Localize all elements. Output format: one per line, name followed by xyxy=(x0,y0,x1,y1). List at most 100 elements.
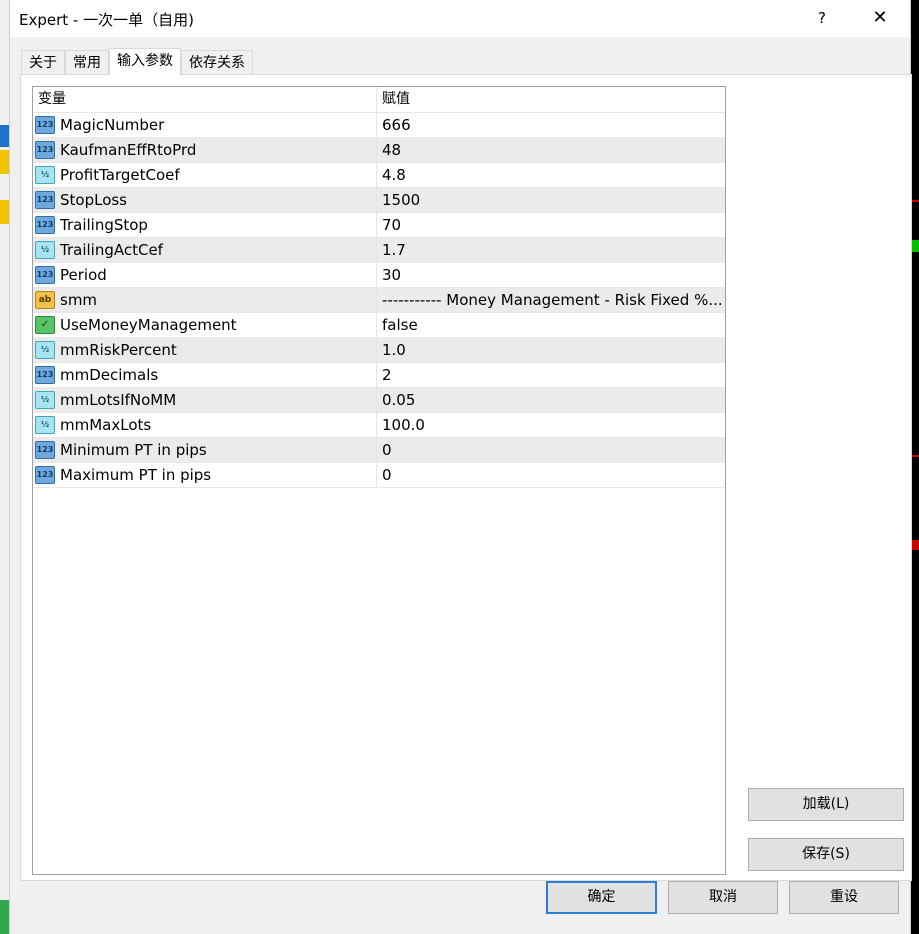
chart-mark xyxy=(911,240,919,252)
double-type-icon: ½ xyxy=(35,166,55,184)
value-cell[interactable]: 70 xyxy=(377,213,725,237)
value-cell[interactable]: 1500 xyxy=(377,188,725,212)
save-button[interactable]: 保存(S) xyxy=(748,838,904,871)
expert-properties-dialog: Expert - 一次一单（自用) ? ✕ 关于 常用 输入参数 依存关系 变量… xyxy=(9,0,912,934)
reset-button[interactable]: 重设 xyxy=(789,881,899,914)
inputs-tab-panel: 变量 赋值 123 MagicNumber 666 123 KaufmanEffRtoP… xyxy=(20,74,912,881)
background-chart-right-edge xyxy=(911,0,919,934)
value-cell[interactable]: 1.0 xyxy=(377,338,725,362)
variable-cell: ½ mmRiskPercent xyxy=(33,338,377,362)
value-cell[interactable]: 0 xyxy=(377,463,725,487)
integer-type-icon: 123 xyxy=(35,216,55,234)
double-type-icon: ½ xyxy=(35,391,55,409)
variable-cell: ab smm xyxy=(33,288,377,312)
table-row[interactable]: 123 Period 30 xyxy=(33,263,725,288)
table-row[interactable]: 123 Minimum PT in pips 0 xyxy=(33,438,725,463)
value-cell[interactable]: 0 xyxy=(377,438,725,462)
cancel-button[interactable]: 取消 xyxy=(668,881,778,914)
table-row[interactable]: ✓ UseMoneyManagement false xyxy=(33,313,725,338)
value-cell[interactable]: ----------- Money Management - Risk Fixe… xyxy=(377,288,725,312)
chart-mark xyxy=(911,455,919,457)
background-strip xyxy=(0,200,9,224)
table-row[interactable]: 123 mmDecimals 2 xyxy=(33,363,725,388)
table-row[interactable]: ½ mmMaxLots 100.0 xyxy=(33,413,725,438)
tab-dependencies[interactable]: 依存关系 xyxy=(181,50,253,74)
variable-cell: 123 Maximum PT in pips xyxy=(33,463,377,487)
chart-mark xyxy=(911,540,919,550)
integer-type-icon: 123 xyxy=(35,366,55,384)
variable-cell: ✓ UseMoneyManagement xyxy=(33,313,377,337)
variable-name: mmLotsIfNoMM xyxy=(60,391,177,409)
title-bar: Expert - 一次一单（自用) ? ✕ xyxy=(10,0,910,37)
value-cell[interactable]: 30 xyxy=(377,263,725,287)
variable-name: Minimum PT in pips xyxy=(60,441,207,459)
integer-type-icon: 123 xyxy=(35,466,55,484)
value-cell[interactable]: 666 xyxy=(377,113,725,137)
value-cell[interactable]: 0.05 xyxy=(377,388,725,412)
integer-type-icon: 123 xyxy=(35,191,55,209)
close-button[interactable]: ✕ xyxy=(868,6,892,30)
table-header: 变量 赋值 xyxy=(33,87,725,113)
variable-name: mmMaxLots xyxy=(60,416,152,434)
integer-type-icon: 123 xyxy=(35,141,55,159)
table-row[interactable]: 123 MagicNumber 666 xyxy=(33,113,725,138)
variable-cell: ½ TrailingActCef xyxy=(33,238,377,262)
integer-type-icon: 123 xyxy=(35,116,55,134)
table-row[interactable]: ½ mmRiskPercent 1.0 xyxy=(33,338,725,363)
boolean-type-icon: ✓ xyxy=(35,316,55,334)
string-type-icon: ab xyxy=(35,291,55,309)
tab-inputs[interactable]: 输入参数 xyxy=(109,48,181,75)
table-row[interactable]: 123 StopLoss 1500 xyxy=(33,188,725,213)
tab-common[interactable]: 常用 xyxy=(65,50,109,74)
table-row[interactable]: ½ ProfitTargetCoef 4.8 xyxy=(33,163,725,188)
value-cell[interactable]: 1.7 xyxy=(377,238,725,262)
double-type-icon: ½ xyxy=(35,416,55,434)
chart-mark xyxy=(911,200,919,202)
variable-cell: 123 mmDecimals xyxy=(33,363,377,387)
variable-cell: 123 Period xyxy=(33,263,377,287)
value-cell[interactable]: 2 xyxy=(377,363,725,387)
variable-name: ProfitTargetCoef xyxy=(60,166,180,184)
table-row[interactable]: ½ mmLotsIfNoMM 0.05 xyxy=(33,388,725,413)
variable-cell: 123 MagicNumber xyxy=(33,113,377,137)
tab-about[interactable]: 关于 xyxy=(21,50,65,74)
table-row[interactable]: ½ TrailingActCef 1.7 xyxy=(33,238,725,263)
variable-name: UseMoneyManagement xyxy=(60,316,237,334)
window-title: Expert - 一次一单（自用) xyxy=(19,11,194,29)
variable-cell: ½ mmLotsIfNoMM xyxy=(33,388,377,412)
background-window-left-edge xyxy=(0,0,9,934)
table-row[interactable]: 123 KaufmanEffRtoPrd 48 xyxy=(33,138,725,163)
value-cell[interactable]: 48 xyxy=(377,138,725,162)
double-type-icon: ½ xyxy=(35,341,55,359)
column-header-value[interactable]: 赋值 xyxy=(377,87,725,112)
integer-type-icon: 123 xyxy=(35,441,55,459)
ok-button[interactable]: 确定 xyxy=(546,881,657,914)
parameters-table: 变量 赋值 123 MagicNumber 666 123 KaufmanEffRtoP… xyxy=(32,86,726,875)
background-strip xyxy=(0,125,9,147)
table-row[interactable]: 123 Maximum PT in pips 0 xyxy=(33,463,725,488)
background-strip xyxy=(0,900,9,934)
tab-bar: 关于 常用 输入参数 依存关系 xyxy=(21,48,253,75)
value-cell[interactable]: false xyxy=(377,313,725,337)
value-cell[interactable]: 4.8 xyxy=(377,163,725,187)
table-body: 123 MagicNumber 666 123 KaufmanEffRtoPrd 48 ½ P… xyxy=(33,113,725,488)
variable-name: Period xyxy=(60,266,107,284)
help-button[interactable]: ? xyxy=(810,6,834,30)
variable-name: StopLoss xyxy=(60,191,128,209)
column-header-variable[interactable]: 变量 xyxy=(33,87,377,112)
background-strip xyxy=(0,150,9,174)
variable-cell: 123 TrailingStop xyxy=(33,213,377,237)
load-button[interactable]: 加载(L) xyxy=(748,788,904,821)
variable-cell: ½ ProfitTargetCoef xyxy=(33,163,377,187)
variable-cell: 123 StopLoss xyxy=(33,188,377,212)
variable-name: smm xyxy=(60,291,98,309)
variable-cell: 123 Minimum PT in pips xyxy=(33,438,377,462)
value-cell[interactable]: 100.0 xyxy=(377,413,725,437)
table-row[interactable]: ab smm ----------- Money Management - Risk… xyxy=(33,288,725,313)
variable-cell: ½ mmMaxLots xyxy=(33,413,377,437)
double-type-icon: ½ xyxy=(35,241,55,259)
variable-name: KaufmanEffRtoPrd xyxy=(60,141,197,159)
variable-name: mmDecimals xyxy=(60,366,159,384)
table-row[interactable]: 123 TrailingStop 70 xyxy=(33,213,725,238)
variable-name: Maximum PT in pips xyxy=(60,466,212,484)
